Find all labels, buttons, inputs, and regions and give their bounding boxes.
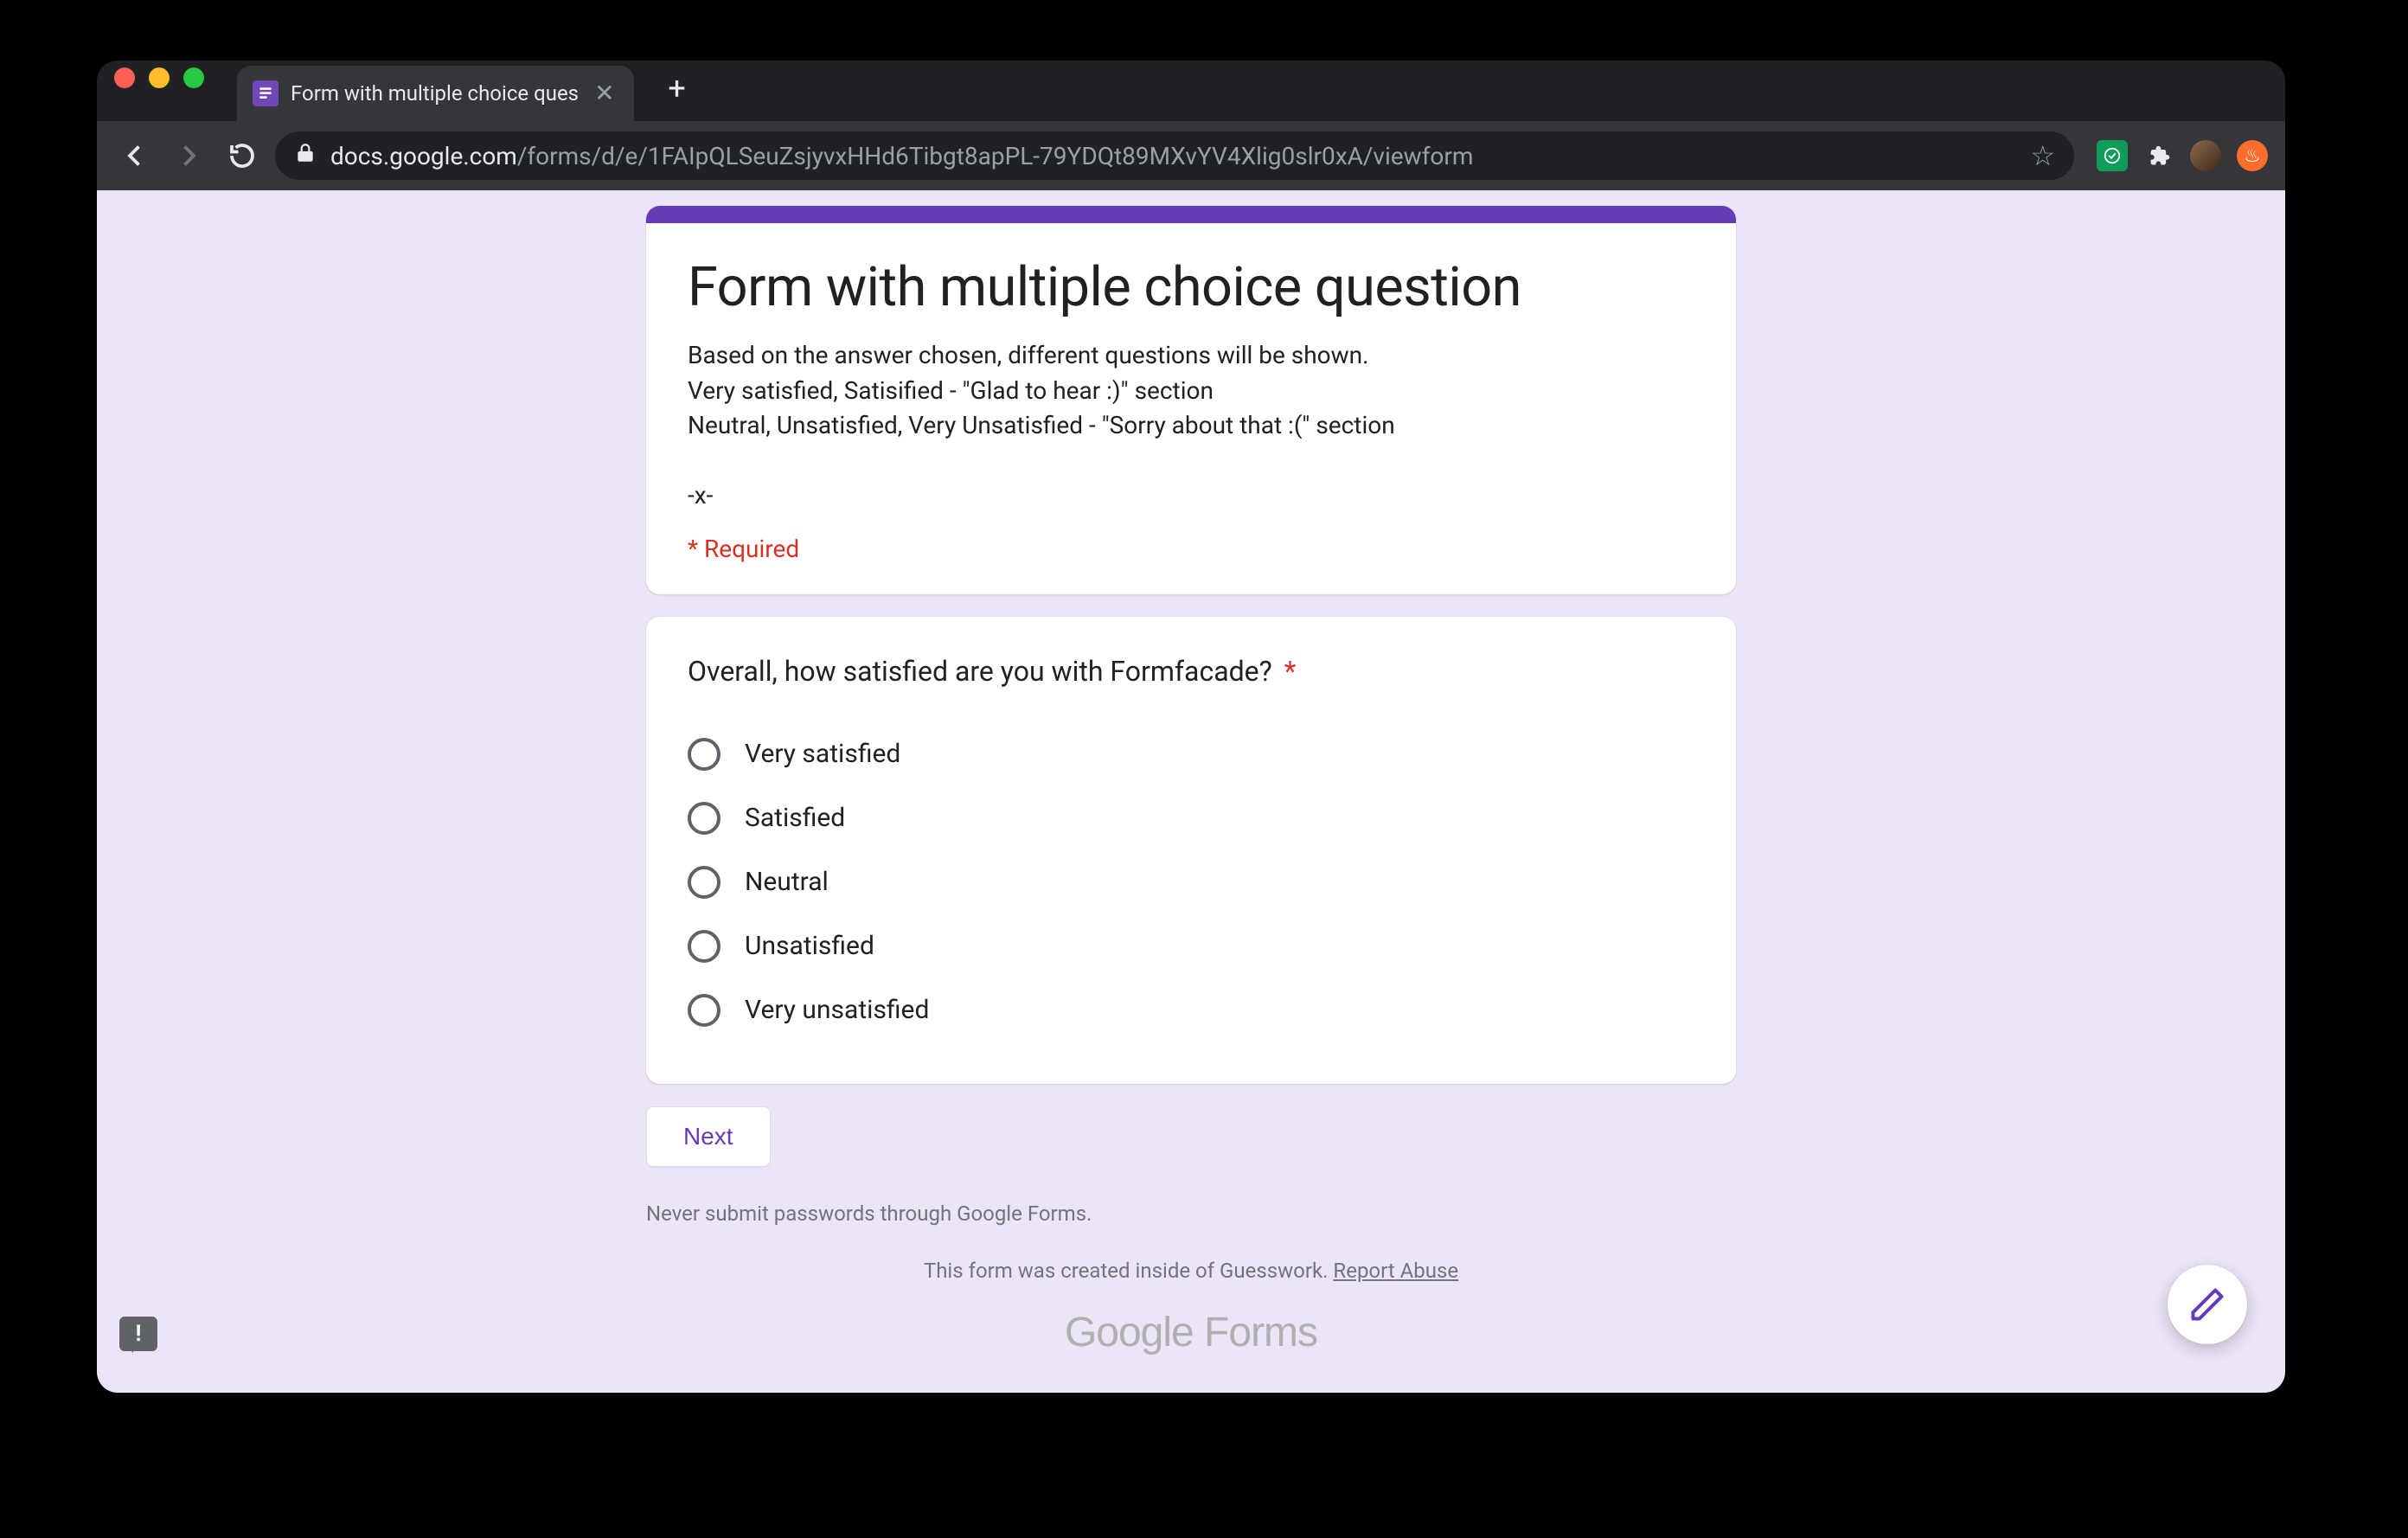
next-button[interactable]: Next: [646, 1106, 771, 1167]
radio-icon: [688, 930, 720, 963]
url-text: docs.google.com/forms/d/e/1FAIpQLSeuZsjy…: [330, 142, 1473, 170]
extension-icons: ♨: [2097, 140, 2268, 171]
url-path: /forms/d/e/1FAIpQLSeuZsjyvxHHd6Tibgt8apP…: [517, 142, 1474, 170]
form-header-card: Form with multiple choice question Based…: [646, 206, 1736, 594]
page-content: Form with multiple choice question Based…: [97, 190, 2285, 1393]
address-bar[interactable]: docs.google.com/forms/d/e/1FAIpQLSeuZsjy…: [275, 131, 2074, 180]
option-label: Unsatisfied: [745, 931, 874, 961]
extensions-puzzle-icon[interactable]: [2143, 140, 2174, 171]
password-disclaimer: Never submit passwords through Google Fo…: [646, 1202, 1736, 1226]
form-container: Form with multiple choice question Based…: [646, 190, 1736, 1356]
google-forms-logo[interactable]: Google Forms: [646, 1309, 1736, 1356]
radio-option[interactable]: Neutral: [688, 850, 1694, 914]
window-maximize-button[interactable]: [183, 67, 204, 88]
radio-option[interactable]: Very unsatisfied: [688, 978, 1694, 1042]
lock-icon: [294, 142, 317, 170]
forward-button[interactable]: [168, 135, 209, 176]
reload-button[interactable]: [221, 135, 263, 176]
url-host: docs.google.com: [330, 142, 517, 170]
radio-icon: [688, 738, 720, 771]
radio-icon: [688, 866, 720, 899]
radio-option[interactable]: Unsatisfied: [688, 914, 1694, 978]
extension-flame-icon[interactable]: ♨: [2237, 140, 2268, 171]
created-inside-text: This form was created inside of Guesswor…: [924, 1259, 1334, 1283]
logo-forms-text: Forms: [1194, 1310, 1317, 1355]
tab-title: Form with multiple choice ques: [291, 81, 579, 106]
radio-icon: [688, 802, 720, 835]
required-asterisk: *: [1284, 655, 1297, 688]
logo-google-text: Google: [1065, 1310, 1194, 1355]
window-minimize-button[interactable]: [149, 67, 170, 88]
form-title: Form with multiple choice question: [688, 256, 1694, 319]
radio-option[interactable]: Very satisfied: [688, 722, 1694, 786]
question-text: Overall, how satisfied are you with Form…: [688, 655, 1272, 688]
window-controls: [114, 67, 204, 88]
browser-window: Form with multiple choice ques ✕ + docs.…: [97, 61, 2285, 1393]
option-label: Satisfied: [745, 803, 845, 833]
forms-favicon-icon: [253, 80, 279, 106]
report-abuse-link[interactable]: Report Abuse: [1333, 1259, 1458, 1283]
required-indicator: * Required: [688, 535, 1694, 563]
window-close-button[interactable]: [114, 67, 135, 88]
form-origin-line: This form was created inside of Guesswor…: [646, 1259, 1736, 1283]
new-tab-button[interactable]: +: [660, 71, 695, 106]
radio-icon: [688, 994, 720, 1027]
back-button[interactable]: [114, 135, 156, 176]
radio-option[interactable]: Satisfied: [688, 786, 1694, 850]
tab-close-button[interactable]: ✕: [591, 81, 618, 106]
question-card: Overall, how satisfied are you with Form…: [646, 617, 1736, 1084]
option-label: Very unsatisfied: [745, 995, 929, 1025]
form-accent-bar: [646, 206, 1736, 223]
option-label: Neutral: [745, 867, 829, 897]
browser-tab[interactable]: Form with multiple choice ques ✕: [237, 66, 634, 121]
extension-mail-icon[interactable]: [2097, 140, 2128, 171]
bookmark-star-icon[interactable]: ☆: [2030, 139, 2055, 172]
question-title: Overall, how satisfied are you with Form…: [688, 655, 1694, 688]
profile-avatar[interactable]: [2190, 140, 2221, 171]
exclamation-icon: !: [135, 1321, 141, 1347]
form-description: Based on the answer chosen, different qu…: [688, 338, 1694, 514]
browser-toolbar: docs.google.com/forms/d/e/1FAIpQLSeuZsjy…: [97, 121, 2285, 190]
edit-form-fab[interactable]: [2168, 1265, 2247, 1344]
titlebar: Form with multiple choice ques ✕ +: [97, 61, 2285, 121]
option-label: Very satisfied: [745, 739, 900, 769]
report-problem-button[interactable]: !: [119, 1317, 157, 1351]
